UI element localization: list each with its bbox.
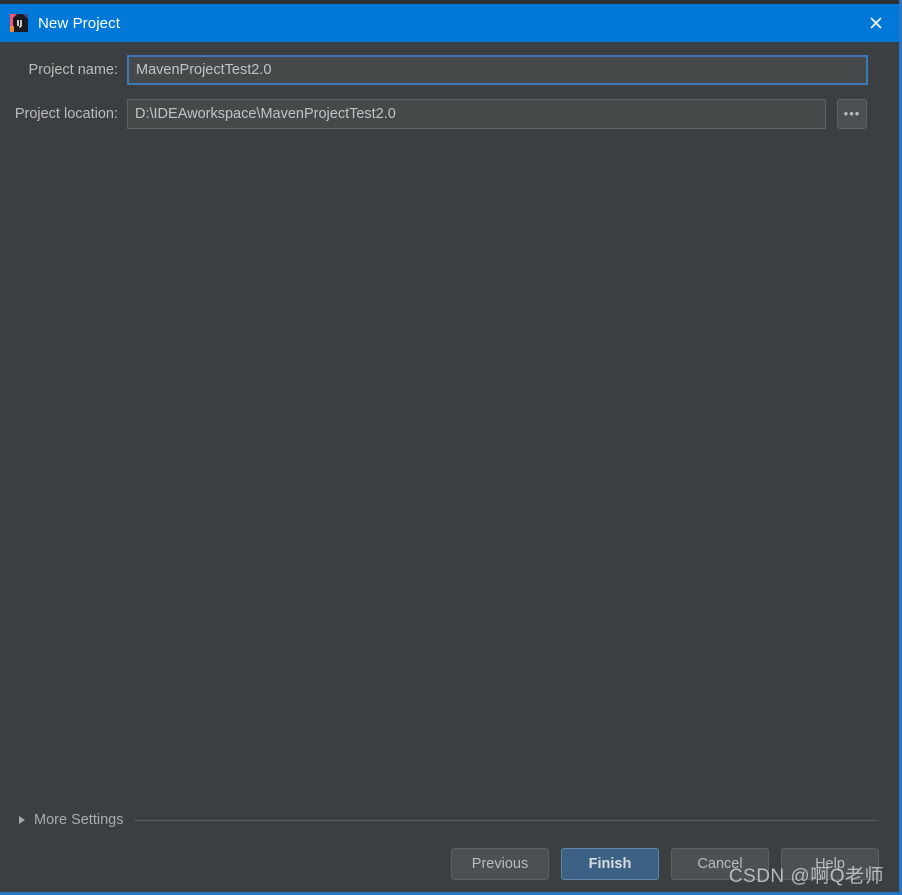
more-settings-label: More Settings [34,812,124,828]
previous-button[interactable]: Previous [451,848,549,880]
dialog-title: New Project [38,14,120,32]
help-button[interactable]: Help [781,848,879,880]
new-project-dialog: IJ New Project Project name: MavenProjec… [0,0,902,895]
dialog-button-bar: Previous Finish Cancel Help [0,848,899,895]
close-icon [868,15,884,31]
intellij-idea-icon: IJ [10,14,28,32]
project-name-row: Project name: MavenProjectTest2.0 [0,55,899,85]
more-settings-section[interactable]: More Settings [0,808,899,832]
finish-button[interactable]: Finish [561,848,659,880]
svg-text:IJ: IJ [17,19,23,28]
form-area: Project name: MavenProjectTest2.0 Projec… [0,42,899,129]
dialog-titlebar: IJ New Project [0,4,899,42]
browse-location-button[interactable]: ••• [837,99,867,129]
cancel-button[interactable]: Cancel [671,848,769,880]
project-name-input[interactable]: MavenProjectTest2.0 [127,55,868,85]
project-name-label: Project name: [28,62,118,78]
project-location-row: Project location: D:\IDEAworkspace\Maven… [0,99,899,129]
project-location-label: Project location: [14,106,118,122]
more-settings-separator [134,819,877,821]
chevron-right-icon [19,816,25,824]
close-button[interactable] [853,4,899,42]
project-location-input[interactable]: D:\IDEAworkspace\MavenProjectTest2.0 [127,99,826,129]
ellipsis-icon: ••• [843,106,861,121]
